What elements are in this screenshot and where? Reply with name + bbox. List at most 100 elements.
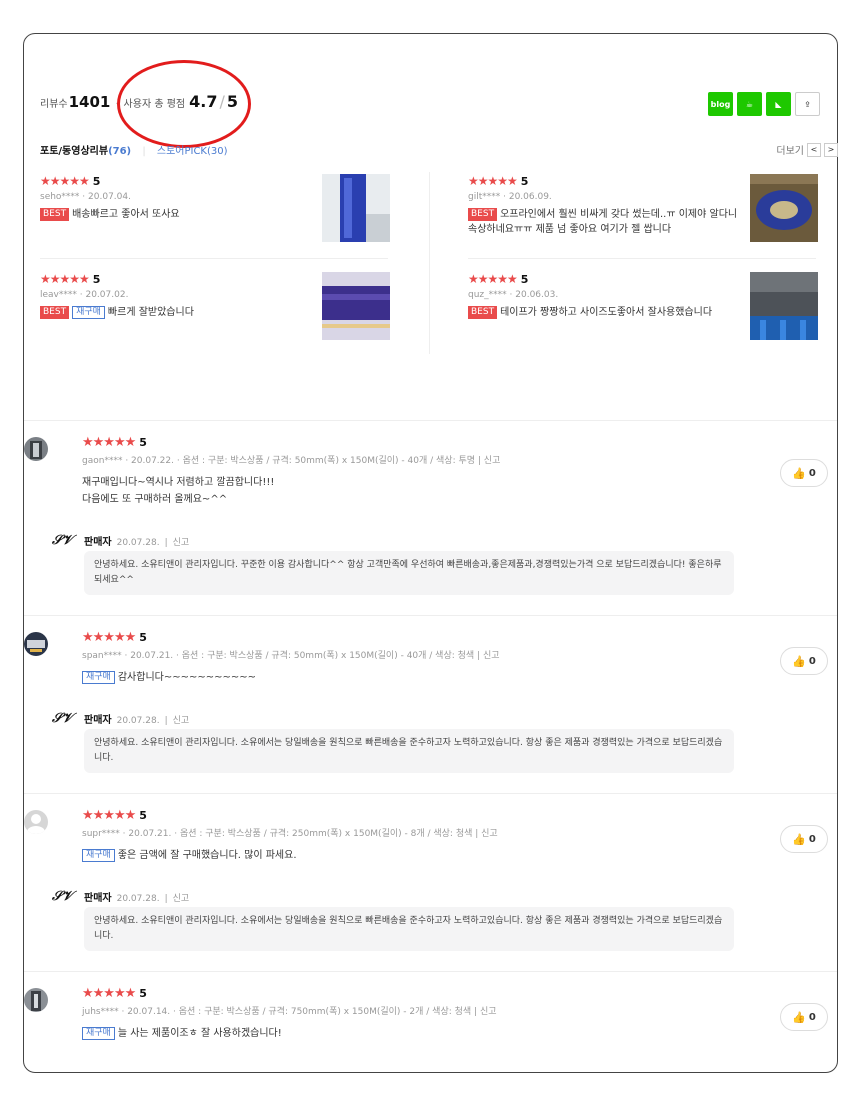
divider	[429, 172, 430, 354]
like-button[interactable]: 👍 0	[780, 647, 828, 675]
rebuy-badge: 재구매	[82, 849, 115, 862]
review-text: 재구매입니다~역시나 저렴하고 깔끔합니다!!!	[82, 477, 275, 488]
seller-logo-icon: 𝒮𝒱	[52, 533, 73, 548]
seller-reply-date: 20.07.28.	[116, 538, 160, 548]
photo-review-card[interactable]: ★★★★★ 5 gilt**** · 20.06.09. BEST 오프라인에서 훨…	[468, 174, 818, 244]
more-link[interactable]: 더보기	[776, 142, 804, 157]
report-link[interactable]: 신고	[481, 829, 498, 839]
divider	[468, 258, 816, 259]
star-rating: ★★★★★	[40, 272, 90, 286]
report-link[interactable]: 신고	[483, 651, 500, 661]
seller-logo-icon: 𝒮𝒱	[52, 711, 73, 726]
rebuy-badge: 재구매	[82, 1027, 115, 1040]
like-button[interactable]: 👍 0	[780, 459, 828, 487]
review-text: 다음에도 또 구매하러 올께요~^^	[82, 494, 228, 505]
review-date: 20.07.21.	[130, 651, 174, 661]
photo-review-card[interactable]: ★★★★★ 5 quz_**** · 20.06.03. BEST 테이프가 짱짱하…	[468, 272, 818, 342]
like-button[interactable]: 👍 0	[780, 825, 828, 853]
avatar	[24, 437, 48, 461]
seller-label: 판매자	[84, 715, 112, 726]
review-item: ★★★★★ 5 supr**** · 20.07.21. · 옵션 : 구분: 박…	[82, 808, 498, 862]
best-badge: BEST	[40, 208, 70, 221]
seller-logo-icon: 𝒮𝒱	[52, 889, 73, 904]
prev-arrow-button[interactable]: <	[807, 142, 821, 157]
review-count: 1401	[68, 93, 111, 111]
more-controls: 더보기 < >	[776, 142, 838, 157]
divider	[40, 258, 388, 259]
review-date: 20.07.21.	[128, 829, 172, 839]
report-link[interactable]: 신고	[480, 1007, 497, 1017]
rebuy-badge: 재구매	[82, 671, 115, 684]
reviewer-name: gilt****	[468, 192, 501, 202]
photo-review-tabs: 포토/동영상리뷰(76) | 스토어PICK(30)	[40, 146, 228, 157]
review-photo[interactable]	[750, 272, 818, 340]
seller-label: 판매자	[84, 537, 112, 548]
avatar	[24, 632, 48, 656]
report-link[interactable]: 신고	[173, 894, 190, 904]
avatar	[24, 810, 48, 834]
seller-reply-date: 20.07.28.	[116, 716, 160, 726]
review-text: 빠르게 잘받았습니다	[107, 307, 194, 318]
review-photo[interactable]	[322, 174, 390, 242]
thumbs-up-icon: 👍	[792, 1010, 806, 1024]
review-text: 오프라인에서 훨씬 비싸게 갖다 썼는데..ㅠ 이제야 알다니 속상하네요ㅠㅠ …	[468, 209, 738, 235]
review-item: ★★★★★ 5 span**** · 20.07.21. · 옵션 : 구분: 박…	[82, 630, 500, 684]
reviewer-name: seho****	[40, 192, 80, 202]
band-share-button[interactable]: ◣	[766, 92, 791, 116]
seller-label: 판매자	[84, 893, 112, 904]
review-option: 옵션 : 구분: 박스상품 / 규격: 750mm(폭) x 150M(길이) …	[178, 1007, 472, 1017]
section-divider	[24, 971, 837, 972]
star-rating: ★★★★★	[468, 272, 518, 286]
review-item: ★★★★★ 5 gaon**** · 20.07.22. · 옵션 : 구분: 박…	[82, 435, 500, 508]
seller-reply-date: 20.07.28.	[116, 894, 160, 904]
reviewer-name: gaon****	[82, 456, 123, 466]
thumbs-up-icon: 👍	[792, 832, 806, 846]
tab-photo-reviews[interactable]: 포토/동영상리뷰(76)	[40, 146, 131, 157]
report-link[interactable]: 신고	[484, 456, 501, 466]
review-date: 20.06.09.	[508, 192, 552, 202]
report-link[interactable]: 신고	[173, 538, 190, 548]
red-circle-annotation	[117, 60, 251, 148]
review-date: 20.07.04.	[88, 192, 131, 202]
seller-reply-text: 안녕하세요. 소유티앤이 관리자입니다. 소유에서는 당일배송을 원칙으로 빠른…	[84, 729, 734, 773]
best-badge: BEST	[468, 306, 498, 319]
review-item: ★★★★★ 5 juhs**** · 20.07.14. · 옵션 : 구분: 박…	[82, 986, 497, 1040]
photo-review-card[interactable]: ★★★★★ 5 leav**** · 20.07.02. BEST 재구매 빠르게 잘…	[40, 272, 390, 342]
review-date: 20.07.14.	[127, 1007, 171, 1017]
best-badge: BEST	[468, 208, 498, 221]
review-text: 좋은 금액에 잘 구매했습니다. 많이 파세요.	[117, 850, 297, 861]
seller-reply-text: 안녕하세요. 소유티앤이 관리자입니다. 꾸준한 이용 감사합니다^^ 항상 고…	[84, 551, 734, 595]
review-photo[interactable]	[750, 174, 818, 242]
share-icon[interactable]: ⇪	[795, 92, 820, 116]
reviewer-name: supr****	[82, 829, 120, 839]
section-divider	[24, 615, 837, 616]
best-badge: BEST	[40, 306, 70, 319]
reviewer-name: span****	[82, 651, 122, 661]
star-rating: ★★★★★ 5	[82, 630, 147, 645]
naver-blog-share-button[interactable]: blog	[708, 92, 733, 116]
review-photo[interactable]	[322, 272, 390, 340]
naver-cafe-share-button[interactable]: ☕	[737, 92, 762, 116]
review-option: 옵션 : 구분: 박스상품 / 규격: 250mm(폭) x 150M(길이) …	[179, 829, 473, 839]
reviewer-name: leav****	[40, 290, 77, 300]
review-text: 배송빠르고 좋아서 또사요	[72, 209, 180, 220]
review-text: 테이프가 짱짱하고 사이즈도좋아서 잘사용했습니다	[500, 307, 713, 318]
tab-store-pick[interactable]: 스토어PICK(30)	[157, 146, 228, 157]
review-option: 옵션 : 구분: 박스상품 / 규격: 50mm(폭) x 150M(길이) -…	[181, 651, 475, 661]
review-date: 20.06.03.	[515, 290, 559, 300]
photo-review-card[interactable]: ★★★★★ 5 seho**** · 20.07.04. BEST 배송빠르고 좋아…	[40, 174, 390, 244]
report-link[interactable]: 신고	[173, 716, 190, 726]
share-buttons: blog ☕ ◣ ⇪	[708, 92, 820, 116]
star-rating: ★★★★★ 5	[82, 986, 147, 1001]
review-date: 20.07.22.	[131, 456, 174, 466]
like-button[interactable]: 👍 0	[780, 1003, 828, 1031]
star-rating: ★★★★★ 5	[82, 808, 147, 823]
review-text: 늘 사는 제품이조ㅎ 잘 사용하겠습니다!	[117, 1028, 282, 1039]
rebuy-badge: 재구매	[72, 306, 105, 319]
star-rating: ★★★★★	[468, 174, 518, 188]
star-rating: ★★★★★	[40, 174, 90, 188]
seller-reply-text: 안녕하세요. 소유티앤이 관리자입니다. 소유에서는 당일배송을 원칙으로 빠른…	[84, 907, 734, 951]
next-arrow-button[interactable]: >	[824, 142, 838, 157]
star-rating: ★★★★★ 5	[82, 435, 147, 450]
thumbs-up-icon: 👍	[792, 654, 806, 668]
